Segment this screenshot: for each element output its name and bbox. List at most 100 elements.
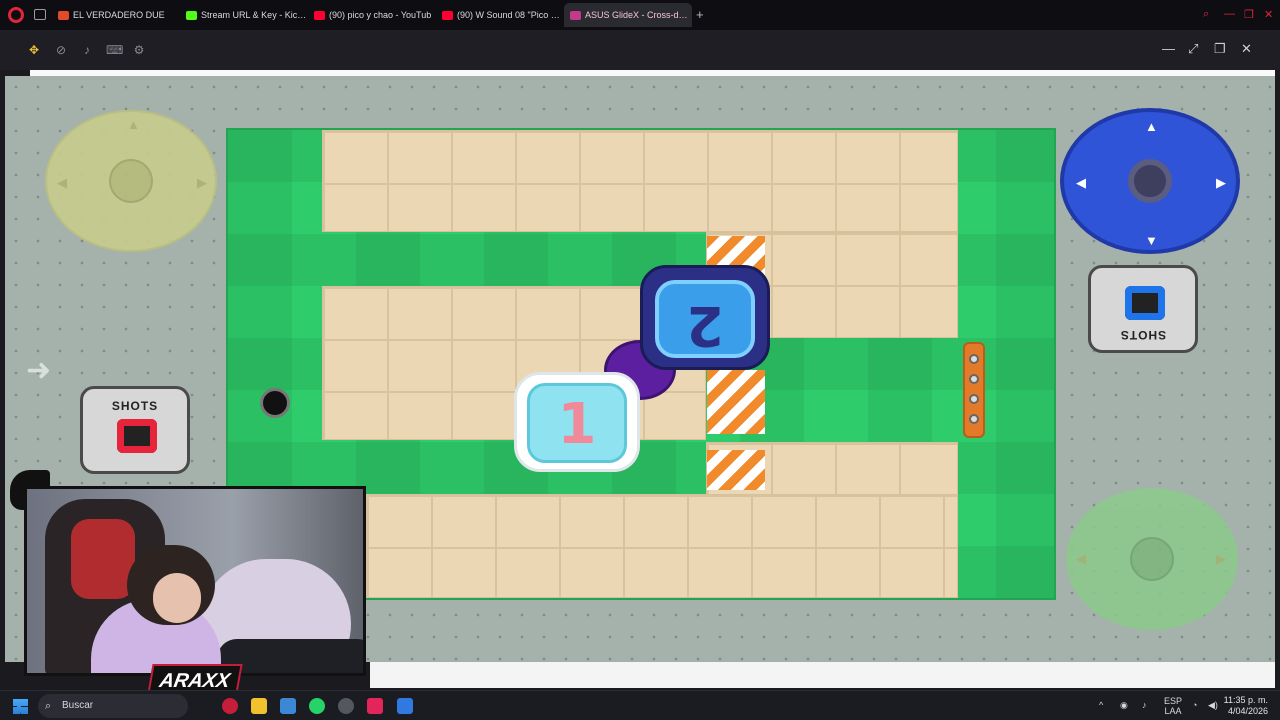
tab-label: (90) pico y chao - YouTub [329, 10, 432, 20]
clock-date: 4/04/2026 [1227, 706, 1268, 716]
mic-tray-icon[interactable]: ♪ [1142, 700, 1147, 710]
tab-list-icon[interactable] [34, 9, 46, 20]
tab-favicon-icon [58, 10, 69, 20]
bumper-bolt [969, 414, 979, 424]
tab-label: ASUS GlideX - Cross-devic [585, 10, 692, 20]
bumper-wall [963, 342, 985, 438]
browser-minimize-icon[interactable]: — [1224, 8, 1235, 20]
sand-block-top [322, 130, 958, 232]
player-1-face: 1 [527, 383, 627, 463]
shots-button-red[interactable]: SHOTS [80, 386, 190, 474]
gaming-chair-accent [71, 519, 135, 599]
arrow-down-icon: ▼ [1145, 233, 1158, 248]
shots-red-icon [117, 419, 157, 453]
shots-button-blue[interactable]: SHOTS [1088, 265, 1198, 353]
volume-icon[interactable]: ◀) [1208, 700, 1218, 710]
browser-tab[interactable]: Stream URL & Key - Kick D [180, 3, 308, 27]
new-tab-button[interactable]: + [696, 8, 704, 21]
tiktok-live-icon[interactable] [367, 698, 383, 714]
player-2-face: 2 [655, 280, 755, 358]
search-icon: ⌕ [45, 700, 52, 712]
screen: EL VERDADERO DUE Stream URL & Key - Kick … [0, 0, 1280, 720]
pointer-icon[interactable]: ✥ [27, 43, 41, 57]
mute-icon[interactable]: ♪ [80, 43, 94, 57]
arrow-right-icon: ▶ [1216, 551, 1226, 566]
shots-label: SHOTS [111, 399, 159, 413]
browser-tab-bar: EL VERDADERO DUE Stream URL & Key - Kick … [0, 0, 1280, 30]
arrow-up-icon: ▲ [1145, 119, 1158, 134]
player-2-number: 2 [686, 294, 724, 357]
arrow-right-icon: ▶ [197, 175, 207, 190]
browser-tab[interactable]: (90) pico y chao - YouTub [308, 3, 436, 27]
hazard-stripe-bottom [707, 450, 765, 490]
browser-tab[interactable]: ASUS GlideX - Cross-devic [564, 3, 692, 27]
search-tabs-icon[interactable]: ⌕ [1203, 8, 1209, 21]
bumper-bolt [969, 374, 979, 384]
tab-favicon-icon [570, 10, 581, 20]
fullscreen-button[interactable]: ⤢ [1188, 42, 1198, 56]
player-1-piece: 1 [514, 372, 640, 472]
joystick-left-top[interactable]: ▲ ◀ ▶ [45, 110, 217, 252]
joystick-knob[interactable] [1130, 537, 1174, 581]
arrow-left-icon: ◀ [1076, 551, 1086, 566]
close-button[interactable]: ✕ [1241, 42, 1252, 56]
taskbar-search[interactable]: ⌕ Buscar [38, 694, 188, 718]
tab-strip: EL VERDADERO DUE Stream URL & Key - Kick … [52, 3, 692, 27]
joystick-knob[interactable] [1128, 159, 1172, 203]
tab-favicon-icon [186, 10, 197, 20]
tray-chevron-icon[interactable]: ^ [1099, 700, 1103, 710]
player-2-piece: 2 [640, 265, 770, 370]
hide-icon[interactable]: ⊘ [54, 43, 68, 57]
language-code: ESP [1163, 696, 1182, 706]
joystick-right-top[interactable]: ▲ ▼ ◀ ▶ [1060, 108, 1240, 254]
browser-restore-icon[interactable]: ❐ [1244, 8, 1254, 21]
search-placeholder: Buscar [62, 700, 94, 711]
network-tray-icon[interactable]: ◉ [1120, 700, 1128, 710]
webcam-overlay [24, 486, 366, 676]
taskbar-clock[interactable]: 11:35 p. m. 4/04/2026 [1222, 695, 1268, 717]
goal-hole [260, 388, 290, 418]
language-layout: LAA [1164, 706, 1182, 716]
windows-start-icon[interactable] [13, 699, 28, 714]
tab-label: (90) W Sound 08 "Pico y C [457, 10, 564, 20]
arrow-left-icon: ◀ [1076, 175, 1086, 190]
tab-favicon-icon [314, 10, 325, 20]
sand-block-bottom [366, 494, 958, 598]
bumper-bolt [969, 354, 979, 364]
browser-tab[interactable]: (90) W Sound 08 "Pico y C [436, 3, 564, 27]
settings-icon[interactable]: ⚙ [132, 43, 146, 57]
joystick-right-bottom[interactable]: ◀ ▶ [1066, 488, 1238, 630]
restore-button[interactable]: ❐ [1214, 42, 1226, 56]
minimize-button[interactable]: — [1162, 42, 1175, 56]
hazard-stripe-middle [707, 370, 765, 434]
glidex-toolbar: ✥ ⊘ ♪ ⌨ ⚙ — ⤢ ❐ ✕ [0, 30, 1280, 70]
windows-taskbar: ⌕ Buscar ^ ◉ ♪ ESP LAA ◔ ◀) 11:35 p. m. … [0, 690, 1280, 720]
arrow-right-icon: ▶ [1216, 175, 1226, 190]
person-left-face [153, 573, 201, 623]
tab-favicon-icon [442, 10, 453, 20]
browser-close-icon[interactable]: ✕ [1264, 8, 1273, 21]
player-1-number: 1 [557, 392, 597, 457]
shots-blue-icon [1125, 286, 1165, 320]
tab-label: Stream URL & Key - Kick D [201, 10, 308, 20]
language-indicator[interactable]: ESP LAA [1163, 696, 1183, 716]
whatsapp-icon[interactable] [309, 698, 325, 714]
clock-time: 11:35 p. m. [1223, 695, 1268, 705]
arrow-left-icon: ◀ [57, 175, 67, 190]
joystick-knob[interactable] [109, 159, 153, 203]
arrow-up-icon: ▲ [127, 117, 140, 132]
opera-logo-icon[interactable] [8, 7, 24, 23]
opera-taskbar-icon[interactable] [222, 698, 238, 714]
glidex-taskbar-icon[interactable] [397, 698, 413, 714]
store-icon[interactable] [280, 698, 296, 714]
browser-tab[interactable]: EL VERDADERO DUE [52, 3, 180, 27]
side-arrow-icon[interactable]: ➜ [26, 356, 51, 386]
tab-label: EL VERDADERO DUE [73, 10, 165, 20]
bumper-bolt [969, 394, 979, 404]
wifi-icon[interactable]: ◔ [1192, 700, 1197, 710]
obs-icon[interactable] [338, 698, 354, 714]
keyboard-icon[interactable]: ⌨ [106, 43, 123, 57]
file-explorer-icon[interactable] [251, 698, 267, 714]
frame-bottom-edge [370, 662, 1275, 688]
shots-label: SHOTS [1119, 328, 1167, 342]
